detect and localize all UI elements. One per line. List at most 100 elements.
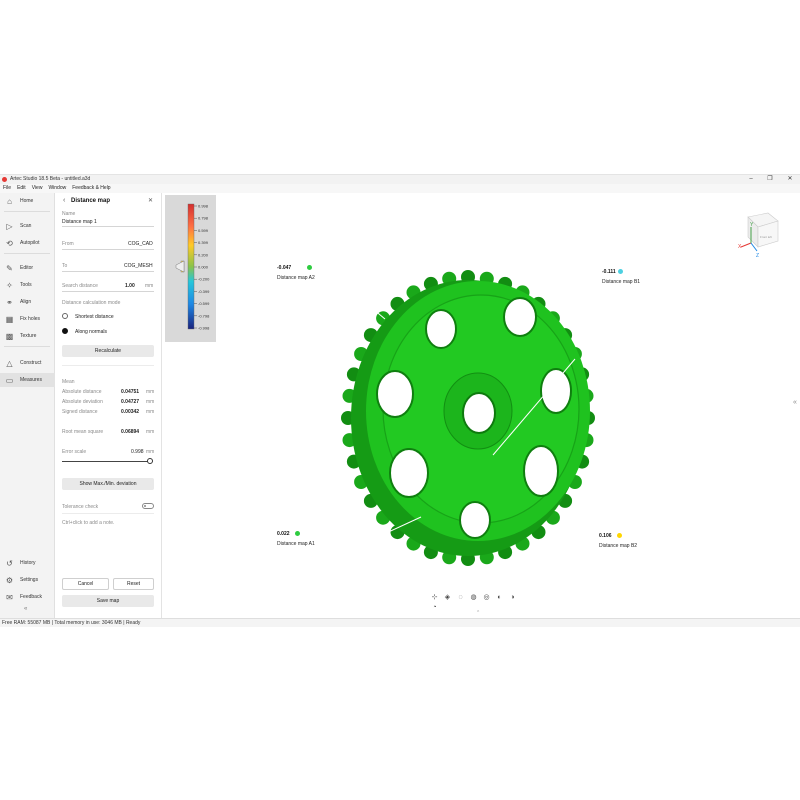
gizmo-z-label: Z (756, 253, 759, 259)
texture-icon: ▩ (5, 332, 14, 341)
callout-distance-map-a1[interactable]: 0.022 Distance map A1 (273, 525, 365, 553)
absolute-deviation-label: Absolute deviation (62, 399, 103, 405)
callout-value: -0.047 (277, 265, 292, 271)
section-divider (62, 365, 154, 366)
to-select[interactable]: COG_MESH (124, 263, 153, 269)
callout-value: -0.111 (602, 269, 616, 275)
name-field[interactable]: Distance map 1 (62, 219, 97, 225)
menu-bar: File Edit View Window Feedback & Help (0, 184, 800, 193)
scale-tick-label: -0.998 (198, 326, 210, 331)
nav-divider (4, 211, 50, 212)
nav-autopilot[interactable]: ⟲ Autopilot (0, 236, 55, 250)
home-icon: ⌂ (7, 197, 12, 206)
error-scale-slider-thumb[interactable] (147, 458, 153, 464)
scale-tick-label: 0.798 (198, 216, 209, 221)
back-button[interactable]: ‹ (63, 197, 65, 204)
signed-distance-value: 0.00342 (121, 409, 140, 415)
left-navigation: ⌂ Home ▷ Scan ⟲ Autopilot ✎ Editor ✧ Tools ⚭ A… (0, 193, 55, 618)
recalculate-button[interactable]: Recalculate (62, 345, 154, 357)
to-underline (62, 271, 154, 272)
menu-view[interactable]: View (32, 184, 43, 193)
calc-mode-label: Distance calculation mode (62, 300, 121, 306)
callout-distance-map-b2[interactable]: 0.106 Distance map B2 (595, 527, 687, 555)
nav-fix-holes-label: Fix holes (20, 316, 41, 322)
leader-line-b2 (550, 532, 594, 556)
view-axes-icon[interactable]: ⊹ (428, 593, 441, 603)
callout-distance-map-a2[interactable]: -0.047 Distance map A2 (273, 259, 365, 287)
construct-icon: △ (6, 359, 13, 368)
nav-editor[interactable]: ✎ Editor (0, 261, 55, 275)
nav-construct[interactable]: △ Construct (0, 356, 55, 370)
close-window-button[interactable]: ✕ (784, 175, 796, 184)
save-map-button[interactable]: Save map (62, 595, 154, 607)
from-label: From (62, 241, 74, 247)
error-scale-slider[interactable] (62, 461, 150, 462)
nav-texture[interactable]: ▩ Texture (0, 329, 55, 343)
menu-edit[interactable]: Edit (17, 184, 26, 193)
nav-feedback-label: Feedback (20, 594, 42, 600)
nav-divider (4, 346, 50, 347)
texture-view-icon[interactable]: ◎ (480, 593, 493, 603)
nav-align[interactable]: ⚭ Align (0, 295, 55, 309)
solid-view-icon[interactable]: ◐ (493, 593, 506, 603)
tolerance-check-toggle[interactable] (142, 503, 154, 509)
callout-name: Distance map B2 (599, 543, 638, 549)
collapse-nav-button[interactable]: « (24, 606, 27, 612)
nav-fix-holes[interactable]: ▦ Fix holes (0, 312, 55, 326)
nav-measures[interactable]: ▭ Measures (0, 373, 55, 387)
from-select[interactable]: COG_CAD (128, 241, 153, 247)
note-hint[interactable]: Ctrl+click to add a note. (62, 520, 114, 526)
callout-status-dot (295, 531, 300, 536)
app-window: Artec Studio 18.5 Beta - untitled.a3d – … (0, 174, 800, 627)
viewport-toolbar: ⊹ ◈ ◌ ◍ ◎ ◐ ◑ ◔ (428, 593, 528, 611)
search-distance-input[interactable]: 1.00 (125, 283, 135, 289)
menu-feedback-help[interactable]: Feedback & Help (72, 184, 110, 193)
minimize-button[interactable]: – (745, 175, 757, 184)
scale-tick-label: 0.200 (198, 252, 209, 257)
scale-tick-label: -0.599 (198, 301, 210, 306)
nav-history[interactable]: ↺ History (0, 556, 55, 570)
scale-tick-label: 0.599 (198, 228, 209, 233)
camera-icon[interactable]: ◔ (428, 603, 441, 613)
shortest-distance-radio[interactable] (62, 313, 68, 319)
render-icon[interactable]: ◑ (506, 593, 519, 603)
scale-tick-label: -0.399 (198, 289, 210, 294)
absolute-distance-label: Absolute distance (62, 389, 102, 395)
maximize-button[interactable]: ❐ (764, 175, 776, 184)
autopilot-icon: ⟲ (6, 239, 13, 248)
nav-settings[interactable]: ⚙ Settings (0, 573, 55, 587)
orientation-gizmo[interactable]: X Y Z Front left (723, 205, 793, 265)
cancel-button[interactable]: Cancel (62, 578, 109, 590)
scale-tick-label: -0.798 (198, 313, 210, 318)
color-scale[interactable]: 0.998 0.798 0.599 0.399 0.200 0.000 -0.200 -0.3… (165, 195, 216, 342)
nav-feedback[interactable]: ✉ Feedback (0, 590, 55, 604)
nav-texture-label: Texture (20, 333, 37, 339)
menu-window[interactable]: Window (48, 184, 66, 193)
nav-tools[interactable]: ✧ Tools (0, 278, 55, 292)
nav-measures-label: Measures (20, 377, 42, 383)
artec-logo-icon (2, 177, 7, 182)
menu-file[interactable]: File (3, 184, 11, 193)
gear-icon: ⚙ (5, 576, 14, 585)
name-label: Name (62, 211, 76, 217)
view-mode-icon[interactable]: ◈ (441, 593, 454, 603)
expand-right-panel-icon[interactable]: « (793, 399, 797, 406)
to-label: To (62, 263, 68, 269)
nav-scan[interactable]: ▷ Scan (0, 219, 55, 233)
scale-tick-label: 0.000 (198, 265, 209, 270)
show-max-min-button[interactable]: Show Max./Min. deviation (62, 478, 154, 490)
absolute-distance-unit: mm (146, 389, 155, 395)
shading-icon[interactable]: ◌ (454, 593, 467, 603)
wireframe-icon[interactable]: ◍ (467, 593, 480, 603)
along-normals-radio[interactable] (62, 328, 68, 334)
callout-name: Distance map A1 (277, 541, 315, 547)
expand-bottom-panel-icon[interactable]: ⌃ (476, 610, 480, 616)
callout-name: Distance map B1 (602, 279, 641, 285)
reset-button[interactable]: Reset (113, 578, 154, 590)
3d-viewport[interactable]: 0.998 0.798 0.599 0.399 0.200 0.000 -0.200 -0.3… (163, 193, 800, 618)
absolute-distance-value: 0.04751 (121, 389, 140, 395)
close-panel-button[interactable]: ✕ (148, 197, 153, 204)
nav-tools-label: Tools (20, 282, 32, 288)
callout-distance-map-b1[interactable]: -0.111 Distance map B1 (598, 263, 690, 291)
nav-home[interactable]: ⌂ Home (0, 194, 55, 208)
